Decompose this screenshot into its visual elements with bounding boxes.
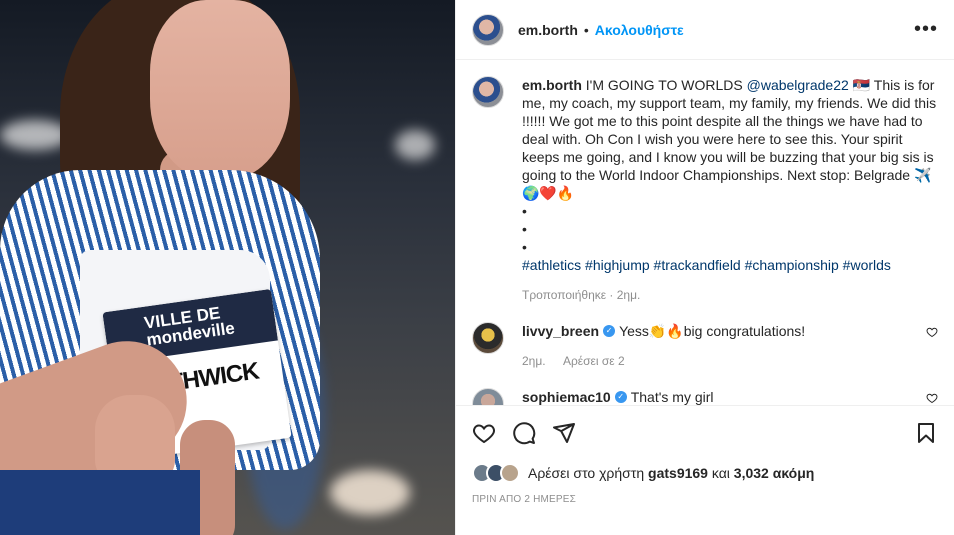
hashtag-link[interactable]: #trackandfield [654, 257, 741, 273]
likes-count[interactable]: 3,032 ακόμη [734, 465, 815, 481]
comment-username[interactable]: sophiemac10 [522, 388, 611, 405]
caption-username[interactable]: em.borth [522, 77, 582, 93]
action-bar [472, 406, 938, 460]
mention-link[interactable]: @wabelgrade22 [747, 77, 849, 93]
post-caption: em.borth I'M GOING TO WORLDS @wabelgrade… [522, 77, 937, 201]
avatar[interactable] [472, 322, 504, 354]
comment-age: 2ημ. [522, 354, 546, 368]
post-timestamp: ΠΡΙΝ ΑΠΟ 2 ΗΜΕΡΕΣ [472, 494, 577, 505]
header-username[interactable]: em.borth [518, 22, 578, 38]
like-heart-icon[interactable] [472, 421, 496, 445]
hashtags: #athletics #highjump #trackandfield #cha… [522, 256, 938, 274]
hashtag-link[interactable]: #worlds [843, 257, 891, 273]
hashtag-link[interactable]: #highjump [585, 257, 650, 273]
hashtag-link[interactable]: #athletics [522, 257, 581, 273]
liker-avatars [472, 463, 520, 483]
comments-section[interactable]: em.borth I'M GOING TO WORLDS @wabelgrade… [456, 60, 954, 405]
likes-summary[interactable]: Αρέσει στο χρήστη gats9169 και 3,032 ακό… [472, 460, 938, 486]
like-comment-heart-icon[interactable] [926, 326, 938, 338]
avatar[interactable] [472, 388, 504, 405]
comment-bubble-icon[interactable] [512, 421, 536, 445]
verified-badge-icon: ✓ [614, 391, 627, 403]
serbia-flag-icon: 🇷🇸 [852, 77, 871, 93]
avatar[interactable] [472, 76, 504, 108]
instagram-post: VILLE DE mondeville NORTHWICK em.borth •… [0, 0, 954, 535]
comment-text: That's my girl [630, 389, 714, 405]
post-photo[interactable]: VILLE DE mondeville NORTHWICK [0, 0, 455, 535]
liker-username[interactable]: gats9169 [648, 465, 708, 481]
post-actions: Αρέσει στο χρήστη gats9169 και 3,032 ακό… [456, 405, 954, 535]
post-header: em.borth • Ακολουθήστε ••• [456, 0, 954, 60]
comment-row: sophiemac10 ✓ That's my girl [472, 388, 938, 405]
caption-bullets: • • • [522, 203, 527, 255]
share-paper-plane-icon[interactable] [552, 421, 576, 445]
hashtag-link[interactable]: #championship [745, 257, 839, 273]
comment-likes-link[interactable]: Αρέσει σε 2 [563, 354, 625, 368]
separator: • [583, 21, 589, 38]
like-comment-heart-icon[interactable] [926, 392, 938, 404]
comment-username[interactable]: livvy_breen [522, 322, 599, 340]
caption-row: em.borth I'M GOING TO WORLDS @wabelgrade… [472, 76, 938, 302]
post-panel: em.borth • Ακολουθήστε ••• em.borth I'M … [455, 0, 954, 535]
comment-text: Yess👏🔥big congratulations! [619, 323, 806, 339]
edited-timestamp: Τροποποιήθηκε · 2ημ. [522, 288, 641, 302]
bookmark-icon[interactable] [914, 421, 938, 445]
more-options-icon[interactable]: ••• [914, 18, 938, 42]
comment-row: livvy_breen ✓ Yess👏🔥big congratulations!… [472, 322, 938, 368]
verified-badge-icon: ✓ [603, 325, 616, 337]
avatar[interactable] [472, 13, 504, 46]
athlete-face [150, 0, 290, 180]
follow-button[interactable]: Ακολουθήστε [595, 22, 684, 38]
